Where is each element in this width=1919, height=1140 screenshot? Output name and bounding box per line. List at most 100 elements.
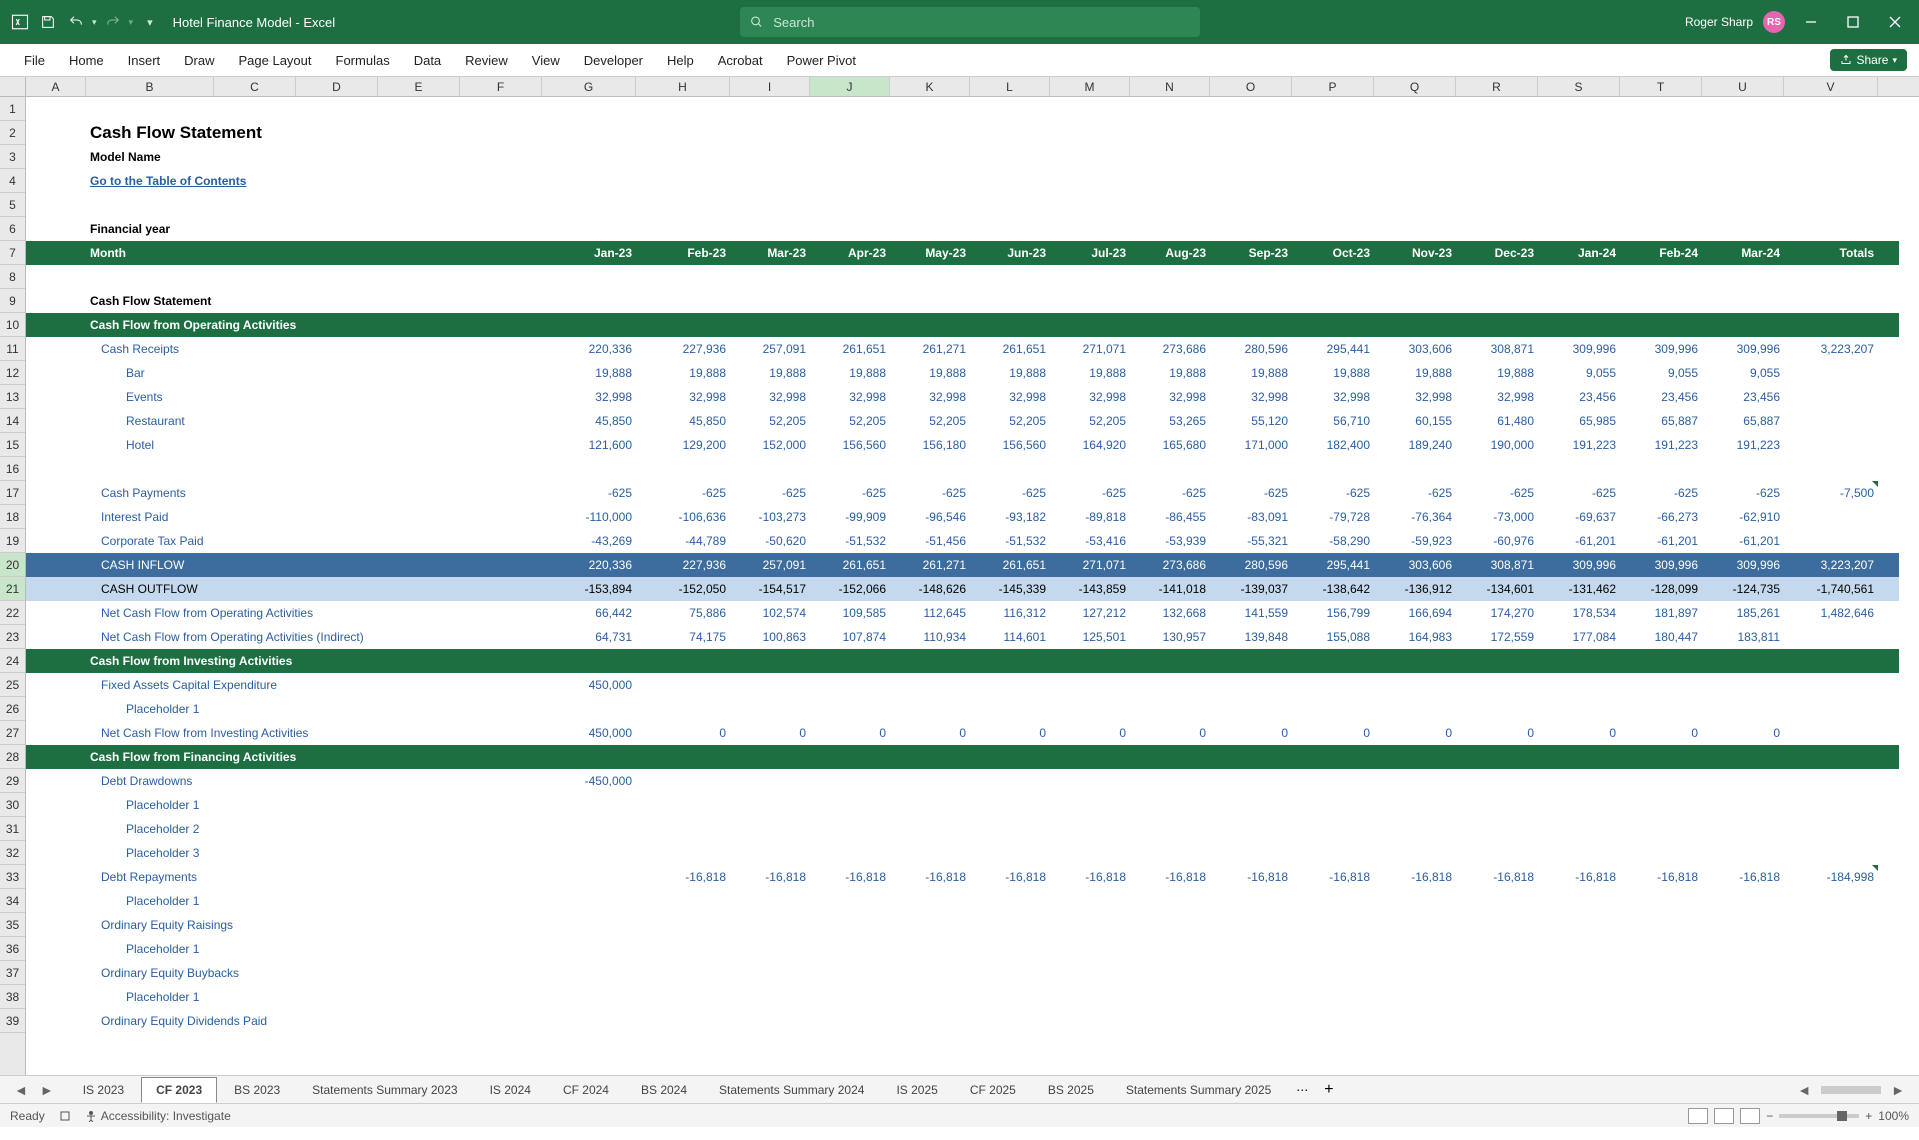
cell[interactable]: 295,441 — [1292, 553, 1374, 577]
cell[interactable]: Financial year — [86, 217, 686, 241]
qat-chevron-1[interactable]: ▾ — [92, 17, 97, 28]
cell[interactable] — [1784, 937, 1878, 961]
cell[interactable]: 61,480 — [1456, 409, 1538, 433]
cell[interactable] — [26, 409, 86, 433]
cell[interactable]: -139,037 — [1210, 577, 1292, 601]
cell[interactable] — [970, 889, 1050, 913]
ribbon-tab-page-layout[interactable]: Page Layout — [227, 44, 324, 76]
cell[interactable] — [26, 337, 86, 361]
cell[interactable] — [1702, 841, 1784, 865]
cell[interactable]: -16,818 — [890, 865, 970, 889]
ribbon-tab-view[interactable]: View — [520, 44, 572, 76]
column-header[interactable]: K — [890, 77, 970, 96]
cell[interactable] — [1538, 697, 1620, 721]
cell[interactable] — [636, 697, 730, 721]
cell[interactable]: 23,456 — [1702, 385, 1784, 409]
cell[interactable] — [1702, 913, 1784, 937]
cell[interactable]: -625 — [1292, 481, 1374, 505]
cell[interactable]: 139,848 — [1210, 625, 1292, 649]
column-header[interactable]: O — [1210, 77, 1292, 96]
cell[interactable]: -51,456 — [890, 529, 970, 553]
cell[interactable]: 65,887 — [1620, 409, 1702, 433]
cell[interactable]: -152,066 — [810, 577, 890, 601]
row-header[interactable]: 6 — [0, 217, 25, 241]
sheet-nav-next[interactable]: ► — [34, 1082, 60, 1098]
cell[interactable] — [1620, 1009, 1702, 1033]
cell[interactable] — [1374, 817, 1456, 841]
cell[interactable] — [1620, 961, 1702, 985]
cell[interactable]: -69,637 — [1538, 505, 1620, 529]
cell[interactable] — [1620, 889, 1702, 913]
zoom-out[interactable]: − — [1766, 1109, 1773, 1123]
cell[interactable]: 125,501 — [1050, 625, 1130, 649]
cell[interactable]: 303,606 — [1374, 553, 1456, 577]
column-header[interactable]: N — [1130, 77, 1210, 96]
cell[interactable]: 100,863 — [730, 625, 810, 649]
row-header[interactable]: 38 — [0, 985, 25, 1009]
cell[interactable] — [1210, 1009, 1292, 1033]
cell[interactable]: 32,998 — [1210, 385, 1292, 409]
cell[interactable]: 19,888 — [1456, 361, 1538, 385]
column-header[interactable]: F — [460, 77, 542, 96]
cell[interactable] — [636, 961, 730, 985]
cell[interactable]: Jan-23 — [542, 241, 636, 265]
row-label[interactable]: Cash Receipts — [86, 337, 542, 361]
cell[interactable]: 132,668 — [1130, 601, 1210, 625]
column-header[interactable]: E — [378, 77, 460, 96]
cell[interactable]: 220,336 — [542, 337, 636, 361]
cell[interactable] — [970, 697, 1050, 721]
cell[interactable] — [970, 937, 1050, 961]
cell[interactable]: -154,517 — [730, 577, 810, 601]
row-label[interactable]: Ordinary Equity Buybacks — [86, 961, 542, 985]
cell[interactable]: 309,996 — [1702, 337, 1784, 361]
cell[interactable]: -131,462 — [1538, 577, 1620, 601]
cell[interactable]: -61,201 — [1538, 529, 1620, 553]
column-header[interactable]: C — [214, 77, 296, 96]
ribbon-tab-insert[interactable]: Insert — [116, 44, 173, 76]
cell[interactable] — [730, 1009, 810, 1033]
cell[interactable] — [1538, 793, 1620, 817]
cell[interactable]: -73,000 — [1456, 505, 1538, 529]
row-header[interactable]: 14 — [0, 409, 25, 433]
cell[interactable]: Mar-24 — [1702, 241, 1784, 265]
cell[interactable]: 178,534 — [1538, 601, 1620, 625]
row-header[interactable]: 1 — [0, 97, 25, 121]
cell[interactable]: 308,871 — [1456, 337, 1538, 361]
row-label[interactable]: Hotel — [86, 433, 542, 457]
row-header[interactable]: 24 — [0, 649, 25, 673]
cell[interactable]: 102,574 — [730, 601, 810, 625]
row-label[interactable]: Placeholder 2 — [86, 817, 542, 841]
cell[interactable]: 112,645 — [890, 601, 970, 625]
ribbon-tab-draw[interactable]: Draw — [172, 44, 226, 76]
cell[interactable] — [1050, 913, 1130, 937]
cell[interactable] — [730, 913, 810, 937]
minimize-button[interactable] — [1795, 10, 1827, 34]
row-header[interactable]: 16 — [0, 457, 25, 481]
cell[interactable] — [1374, 769, 1456, 793]
cell[interactable]: Jun-23 — [970, 241, 1050, 265]
cell[interactable]: 309,996 — [1702, 553, 1784, 577]
cell[interactable]: -59,923 — [1374, 529, 1456, 553]
cell[interactable]: 156,560 — [970, 433, 1050, 457]
cell[interactable]: -16,818 — [1702, 865, 1784, 889]
cell[interactable] — [1292, 985, 1374, 1009]
cell[interactable] — [1538, 961, 1620, 985]
cell[interactable] — [1620, 937, 1702, 961]
cell[interactable] — [1130, 1009, 1210, 1033]
cell[interactable] — [1210, 817, 1292, 841]
cell[interactable]: -124,735 — [1702, 577, 1784, 601]
cell[interactable]: -625 — [1050, 481, 1130, 505]
cell[interactable]: 191,223 — [1702, 433, 1784, 457]
cell[interactable] — [26, 601, 86, 625]
cell[interactable]: Jul-23 — [1050, 241, 1130, 265]
cell[interactable] — [1784, 985, 1878, 1009]
cell[interactable]: -93,182 — [970, 505, 1050, 529]
cell[interactable]: 0 — [636, 721, 730, 745]
cell[interactable] — [1702, 697, 1784, 721]
cell[interactable] — [1292, 1009, 1374, 1033]
cell[interactable] — [730, 985, 810, 1009]
row-label[interactable]: Net Cash Flow from Investing Activities — [86, 721, 542, 745]
cell[interactable]: 156,799 — [1292, 601, 1374, 625]
cell[interactable] — [1784, 769, 1878, 793]
row-header[interactable]: 19 — [0, 529, 25, 553]
